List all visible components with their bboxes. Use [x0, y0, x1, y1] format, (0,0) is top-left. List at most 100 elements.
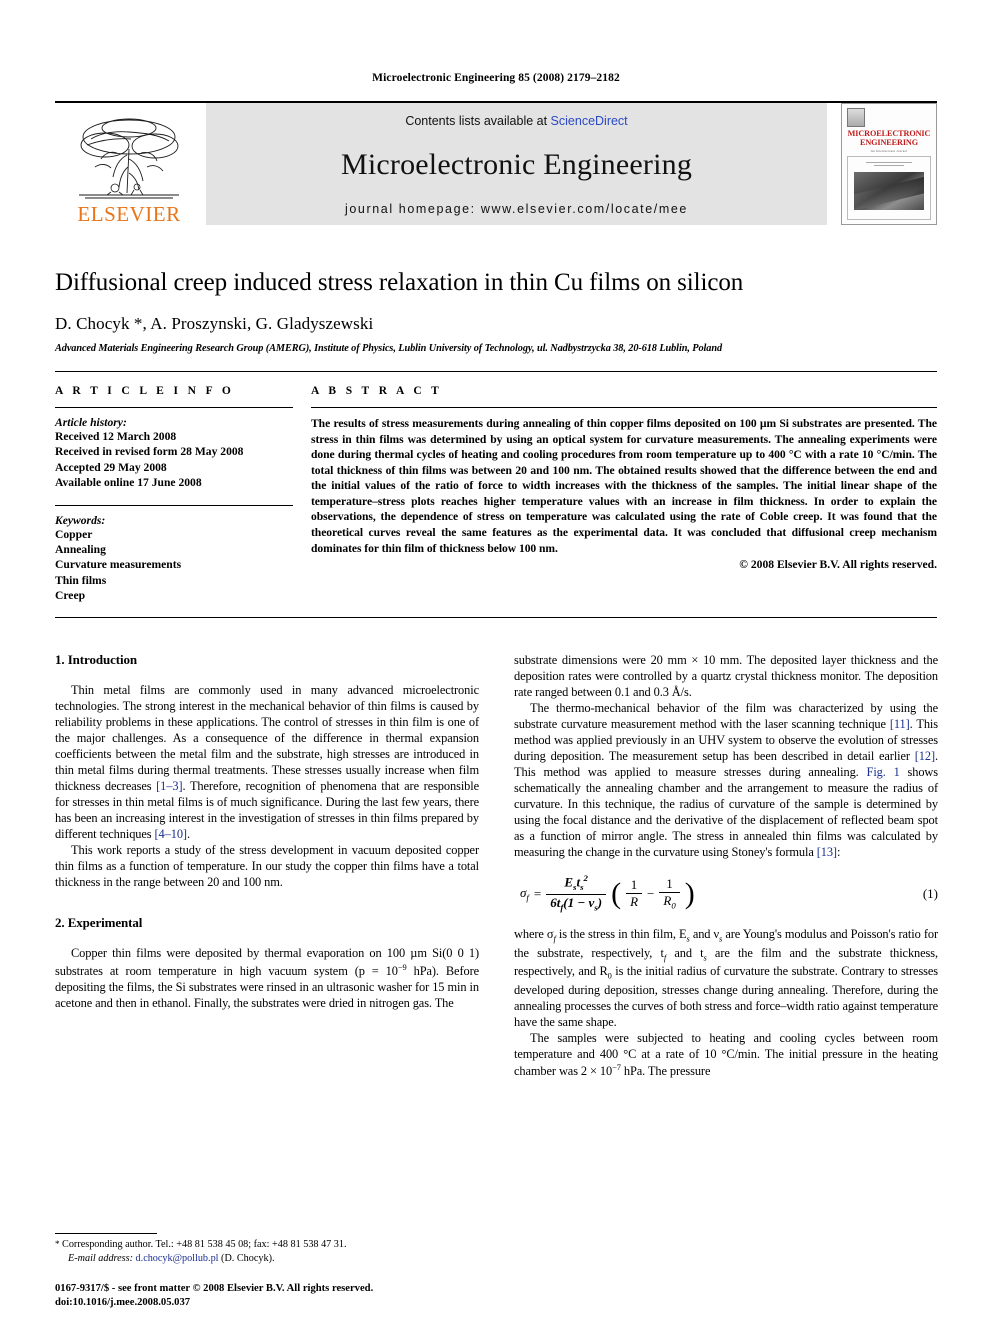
article-info-heading: A R T I C L E I N F O	[55, 385, 235, 397]
right-text-a: The thermo-mechanical behavior of the fi…	[514, 700, 938, 731]
journal-cover-thumbnail: MICROELECTRONIC ENGINEERING An Internati…	[841, 103, 937, 225]
imprint-line-1: 0167-9317/$ - see front matter © 2008 El…	[55, 1283, 374, 1295]
keyword-item: Annealing	[55, 543, 106, 557]
eq-sigma: σf	[520, 885, 529, 903]
history-item: Accepted 29 May 2008	[55, 460, 167, 474]
eq-main-fraction: Ests2 6tf(1 − νs)	[546, 873, 607, 913]
contents-prefix: Contents lists available at	[405, 114, 551, 128]
history-item: Received in revised form 28 May 2008	[55, 445, 244, 459]
section-heading-introduction: 1. Introduction	[55, 651, 138, 667]
equation-number: (1)	[922, 885, 938, 901]
history-item: Received 12 March 2008	[55, 430, 177, 443]
eq-minus: −	[647, 885, 655, 901]
sciencedirect-link[interactable]: ScienceDirect	[551, 114, 628, 128]
left-column: 1. Introduction Thin metal films are com…	[55, 652, 479, 1079]
article-history-label: Article history:	[55, 416, 127, 429]
elsevier-logo: ELSEVIER	[55, 103, 203, 225]
cover-subtitle: An International Journal	[870, 148, 908, 153]
eq-denominator: 6tf(1 − νs)	[546, 894, 607, 913]
experimental-paragraph-1: Copper thin films were deposited by ther…	[55, 945, 479, 1010]
section-heading-experimental: 2. Experimental	[55, 915, 143, 931]
p3-a: where σ	[514, 927, 554, 942]
info-abstract-region: A R T I C L E I N F O Article history: R…	[55, 371, 937, 604]
eq-equals: =	[533, 885, 542, 901]
email-note: E-mail address: d.chocyk@pollub.pl (D. C…	[55, 1252, 479, 1266]
figure-1-link[interactable]: Fig. 1	[867, 765, 900, 779]
journal-title: Microelectronic Engineering	[340, 148, 693, 181]
eq-paren-close: )	[684, 876, 695, 910]
p3-b: is the stress in thin film, E	[555, 927, 687, 942]
elsevier-tree-icon	[71, 115, 187, 203]
author-list: D. Chocyk *, A. Proszynski, G. Gladyszew…	[55, 314, 374, 333]
cover-photo	[854, 171, 924, 210]
cover-badge-icon	[847, 108, 865, 127]
equation-expression: σf = Ests2 6tf(1 − νs) ( 1 R − 1 R0)	[514, 874, 695, 913]
citation-13[interactable]: [13]	[817, 845, 837, 859]
corresponding-author-note: * Corresponding author. Tel.: +48 81 538…	[55, 1238, 479, 1252]
eq-frac1-den: R	[626, 893, 643, 909]
history-item: Available online 17 June 2008	[55, 476, 202, 490]
equation-1: σf = Ests2 6tf(1 − νs) ( 1 R − 1 R0) (1…	[514, 874, 938, 913]
eq-fraction-1-over-R0: 1 R0	[659, 875, 680, 912]
eq-paren-open: (	[611, 876, 622, 910]
paper-page: Microelectronic Engineering 85 (2008) 21…	[0, 0, 992, 1323]
running-head: Microelectronic Engineering 85 (2008) 21…	[372, 72, 620, 84]
journal-homepage[interactable]: journal homepage: www.elsevier.com/locat…	[345, 202, 688, 216]
p4-b: hPa. The pressure	[620, 1064, 711, 1079]
abstract-text: The results of stress measurements durin…	[311, 417, 937, 555]
body-columns: 1. Introduction Thin metal films are com…	[55, 652, 938, 1079]
intro-text-c: .	[186, 827, 190, 842]
corresponding-author-text: Corresponding author. Tel.: +48 81 538 4…	[59, 1239, 347, 1251]
journal-banner: ELSEVIER Contents lists available at Sci…	[55, 101, 937, 225]
abstract-copyright: © 2008 Elsevier B.V. All rights reserved…	[739, 558, 937, 572]
article-info-column: A R T I C L E I N F O Article history: R…	[55, 385, 293, 604]
right-paragraph-2: The thermo-mechanical behavior of the fi…	[514, 700, 938, 861]
eq-numerator: Ests2	[564, 873, 588, 893]
abstract-column: A B S T R A C T The results of stress me…	[311, 385, 937, 604]
keywords-block: Keywords: Copper Annealing Curvature mea…	[55, 514, 293, 604]
p3-c: and ν	[689, 927, 720, 942]
cover-inner-frame	[847, 155, 931, 220]
elsevier-wordmark: ELSEVIER	[77, 202, 181, 226]
right-text-d: shows schematically the annealing chambe…	[514, 765, 939, 860]
p4-exponent: −7	[612, 1061, 621, 1072]
eq-frac1-num: 1	[630, 877, 638, 893]
banner-center: Contents lists available at ScienceDirec…	[206, 103, 827, 225]
right-paragraph-1: substrate dimensions were 20 mm × 10 mm.…	[514, 652, 938, 699]
intro-paragraph-1: Thin metal films are commonly used in ma…	[55, 682, 479, 843]
email-owner: (D. Chocyk).	[218, 1253, 275, 1265]
divider	[311, 407, 937, 408]
citation-4-10[interactable]: [4–10]	[155, 827, 188, 841]
email-label: E-mail address:	[68, 1253, 133, 1265]
eq-frac2-den: R0	[659, 891, 680, 911]
page-title: Diffusional creep induced stress relaxat…	[55, 269, 744, 296]
divider	[55, 504, 293, 506]
imprint-block: 0167-9317/$ - see front matter © 2008 El…	[55, 1282, 373, 1310]
cover-rule	[874, 164, 904, 166]
right-paragraph-3: where σf is the stress in thin film, Es …	[514, 927, 939, 1029]
citation-12[interactable]: [12]	[915, 749, 935, 763]
right-column: substrate dimensions were 20 mm × 10 mm.…	[514, 652, 938, 1079]
divider	[55, 616, 937, 618]
keyword-item: Thin films	[55, 573, 107, 587]
affiliation: Advanced Materials Engineering Research …	[55, 343, 723, 354]
cover-rule	[866, 161, 912, 163]
eq-frac2-num: 1	[666, 875, 673, 891]
contents-available-line: Contents lists available at ScienceDirec…	[405, 114, 627, 128]
citation-11[interactable]: [11]	[890, 717, 910, 731]
right-text-e: :	[836, 845, 841, 860]
abstract-heading: A B S T R A C T	[311, 385, 443, 397]
divider	[55, 407, 293, 408]
intro-text-a: Thin metal films are commonly used in ma…	[55, 682, 479, 794]
p4-a: The samples were subjected to heating an…	[514, 1030, 938, 1079]
cover-title: MICROELECTRONIC ENGINEERING	[847, 129, 931, 148]
email-link[interactable]: d.chocyk@pollub.pl	[136, 1253, 219, 1264]
citation-1-3[interactable]: [1–3]	[156, 779, 182, 793]
footnote-divider	[55, 1233, 157, 1235]
intro-paragraph-2: This work reports a study of the stress …	[55, 843, 479, 890]
title-block: Diffusional creep induced stress relaxat…	[55, 269, 937, 354]
imprint-line-2: doi:10.1016/j.mee.2008.05.037	[55, 1297, 191, 1309]
exp-exponent: −9	[397, 961, 407, 972]
footnote-block: * Corresponding author. Tel.: +48 81 538…	[55, 1233, 479, 1266]
eq-fraction-1-over-R: 1 R	[626, 877, 643, 910]
